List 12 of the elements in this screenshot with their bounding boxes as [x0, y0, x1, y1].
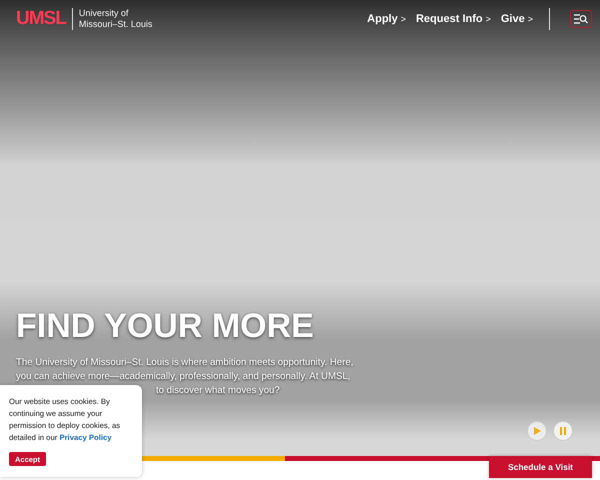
nav-link[interactable]: Apply >	[367, 12, 406, 24]
schedule-visit-button[interactable]: Schedule a Visit	[489, 456, 592, 478]
nav-link[interactable]: Give >	[500, 12, 533, 24]
hero-text: to discover what moves you?	[155, 384, 281, 398]
hero-title: FIND YOUR MORE	[16, 307, 315, 346]
pause-icon	[558, 426, 568, 436]
play-icon	[532, 426, 542, 436]
nav-link[interactable]: Request Info >	[416, 12, 491, 24]
menu-search-icon	[574, 14, 588, 24]
university-name: University of	[78, 8, 130, 18]
university-name: Missouri–St. Louis	[78, 18, 152, 30]
menu-search-button[interactable]	[570, 10, 592, 28]
